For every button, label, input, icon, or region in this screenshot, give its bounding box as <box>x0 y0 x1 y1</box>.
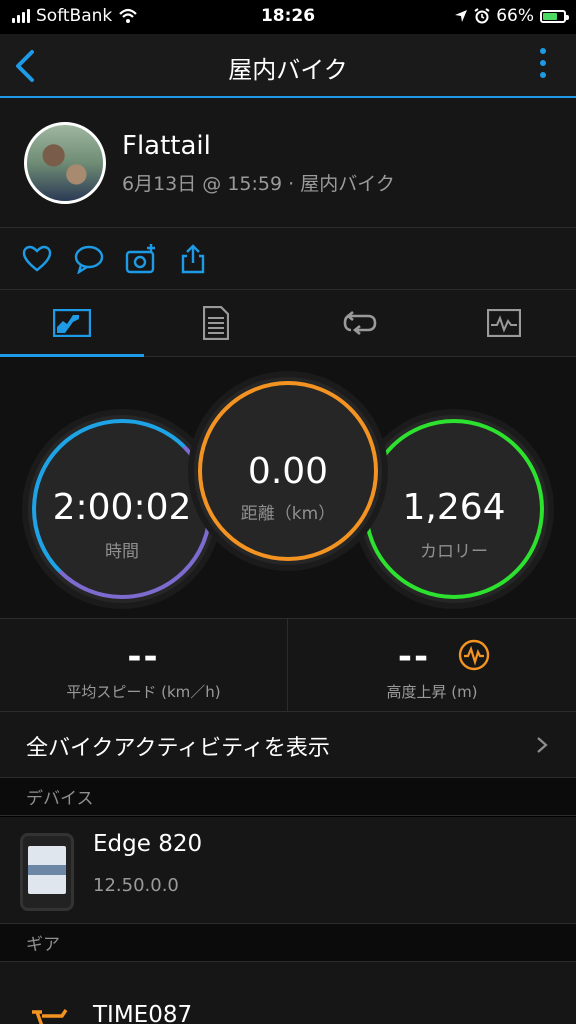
activity-meta: 6月13日 @ 15:59 · 屋内バイク <box>122 173 395 195</box>
bike-icon <box>32 1009 68 1024</box>
action-bar <box>0 228 576 290</box>
avatar[interactable] <box>24 122 106 204</box>
battery-percent: 66% <box>496 6 534 26</box>
metrics-row: -- 平均スピード (km／h) -- 高度上昇 (m) <box>0 619 576 712</box>
device-section-header: デバイス <box>0 778 576 816</box>
distance-circle: 0.00 距離（km） <box>188 371 388 571</box>
time-label: 時間 <box>105 542 139 562</box>
tab-overview[interactable] <box>0 290 144 357</box>
gear-row[interactable]: TIME087 <box>0 962 576 1024</box>
device-name: Edge 820 <box>93 831 203 857</box>
chevron-right-icon <box>537 737 548 753</box>
calories-value: 1,264 <box>402 487 506 528</box>
share-icon[interactable] <box>178 244 208 274</box>
time-value: 2:00:02 <box>52 487 192 528</box>
location-icon <box>455 10 468 22</box>
gear-section-title: ギア <box>26 935 60 955</box>
device-image <box>20 833 74 911</box>
status-right: 66% <box>454 6 569 26</box>
like-heart-icon[interactable] <box>22 244 52 274</box>
calories-circle: 1,264 カロリー <box>354 409 554 609</box>
all-bike-activities-label: 全バイクアクティビティを表示 <box>26 736 330 761</box>
laps-loop-icon <box>343 310 377 336</box>
device-version: 12.50.0.0 <box>93 875 179 896</box>
device-section-title: デバイス <box>26 789 94 809</box>
document-list-icon <box>203 306 229 340</box>
elevation-metric: -- 高度上昇 (m) <box>287 619 576 711</box>
elevation-value: -- <box>397 637 431 677</box>
add-photo-icon[interactable] <box>125 244 157 274</box>
avg-speed-metric: -- 平均スピード (km／h) <box>0 619 287 711</box>
tab-laps[interactable] <box>288 290 432 356</box>
activity-header: Flattail 6月13日 @ 15:59 · 屋内バイク <box>0 98 576 228</box>
activity-tabs <box>0 290 576 357</box>
user-name[interactable]: Flattail <box>122 131 211 161</box>
device-row[interactable]: Edge 820 12.50.0.0 <box>0 817 576 924</box>
tab-stats[interactable] <box>144 290 288 356</box>
gear-section-header: ギア <box>0 924 576 962</box>
status-bar: SoftBank 18:26 66% <box>0 0 576 34</box>
overview-chart-icon <box>53 309 91 337</box>
page-title: 屋内バイク <box>228 56 348 84</box>
calories-label: カロリー <box>420 542 488 562</box>
more-menu-icon[interactable] <box>540 48 546 78</box>
nav-bar: 屋内バイク <box>0 34 576 98</box>
graph-monitor-icon <box>487 309 521 337</box>
elevation-label: 高度上昇 (m) <box>386 683 478 701</box>
avg-speed-value: -- <box>127 637 160 677</box>
gear-name: TIME087 <box>93 1002 193 1024</box>
stats-circles: 2:00:02 時間 1,264 カロリー 0.00 距離（km） <box>0 357 576 619</box>
distance-label: 距離（km） <box>240 504 336 524</box>
elevation-info-icon[interactable] <box>458 639 490 671</box>
all-bike-activities-row[interactable]: 全バイクアクティビティを表示 <box>0 712 576 778</box>
battery-icon <box>540 9 569 23</box>
distance-value: 0.00 <box>247 451 329 492</box>
comment-icon[interactable] <box>74 244 104 274</box>
avg-speed-label: 平均スピード (km／h) <box>66 683 221 701</box>
tab-charts[interactable] <box>432 290 576 356</box>
alarm-icon <box>474 8 490 24</box>
